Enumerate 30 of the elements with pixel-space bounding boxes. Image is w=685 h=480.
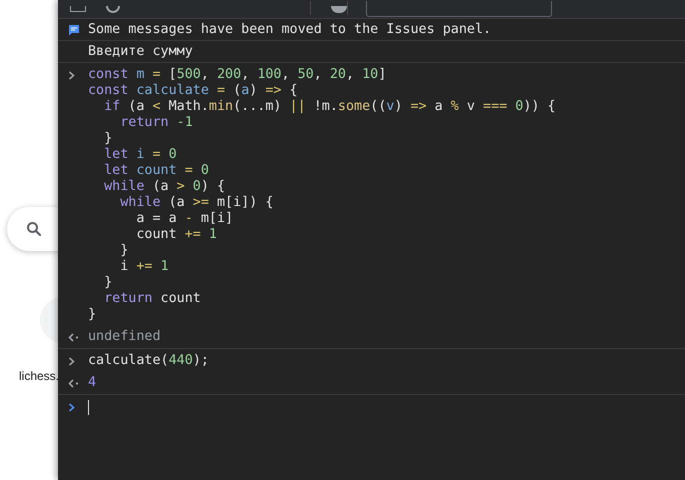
code-line: } [120, 243, 128, 259]
code-line: calculate(440); [88, 353, 209, 369]
prompt-chevron-icon [68, 356, 75, 366]
sidebar-icon[interactable] [70, 6, 86, 12]
search-icon [26, 221, 42, 237]
result-value: undefined [88, 329, 161, 345]
result-value: 4 [88, 375, 96, 391]
info-message: Some messages have been moved to the Issues panel. [88, 22, 492, 38]
result-arrow-icon [68, 378, 79, 388]
prompt-chevron-icon [68, 70, 75, 80]
code-line: count += 1 [136, 227, 217, 243]
code-line: let i = 0 [104, 147, 177, 163]
code-line: } [104, 275, 112, 291]
code-line: i += 1 [120, 259, 169, 275]
code-line: while (a >= m[i]) { [120, 195, 274, 211]
prompt-chevron-icon [68, 402, 75, 412]
result-arrow-icon [68, 332, 79, 342]
log-message: Введите сумму [88, 44, 193, 60]
code-line: while (a > 0) { [104, 179, 226, 195]
code-line: return -1 [120, 115, 193, 131]
code-line: if (a < Math.min(...m) || !m.some((v) => a % v === 0)) { [104, 99, 556, 115]
code-line: return count [104, 291, 201, 307]
code-line: const calculate = (a) => { [88, 83, 298, 99]
code-line: const m = [500, 200, 100, 50, 20, 10] [88, 67, 386, 83]
code-line: } [104, 131, 112, 147]
shortcut-label: lichess. [19, 368, 58, 385]
code-line: a = a - m[i] [136, 211, 234, 227]
code-line: } [88, 307, 96, 323]
message-icon [68, 24, 80, 36]
code-line: let count = 0 [104, 163, 209, 179]
